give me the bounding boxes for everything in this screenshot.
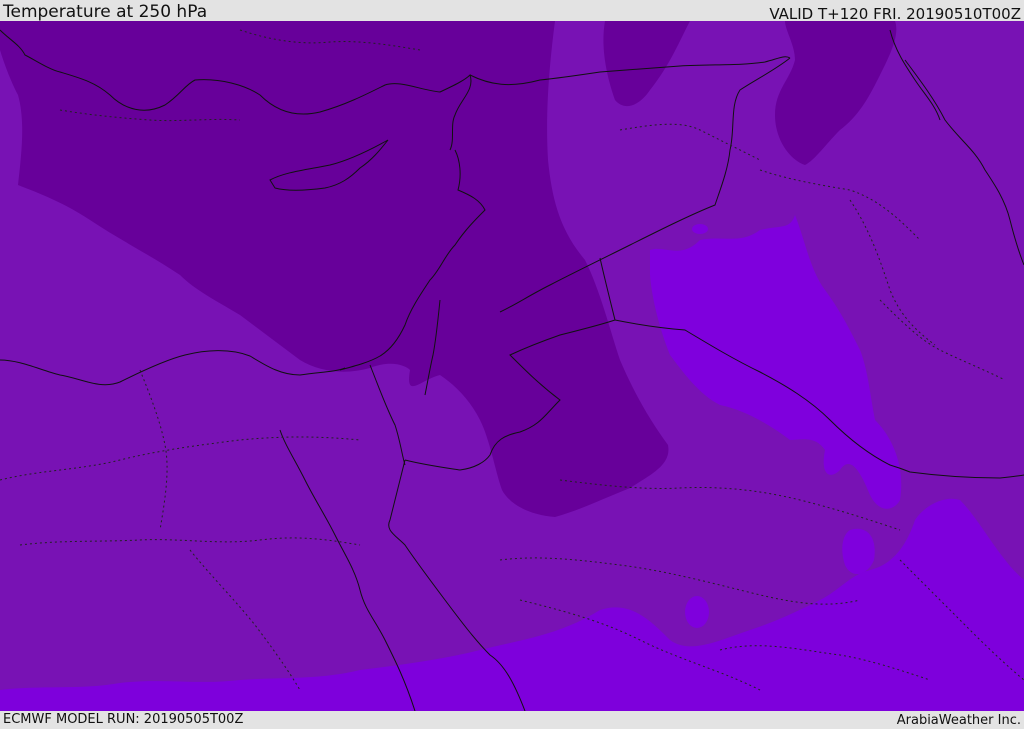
warm-spot: [685, 596, 709, 628]
credit: ArabiaWeather Inc.: [896, 713, 1021, 728]
weather-map: [0, 21, 1024, 711]
model-run: ECMWF MODEL RUN: 20190505T00Z: [3, 712, 244, 727]
map-title: Temperature at 250 hPa: [3, 2, 208, 22]
temperature-map-svg: [0, 21, 1024, 711]
map-header: Temperature at 250 hPa VALID T+120 FRI. …: [0, 0, 1024, 23]
warm-spot: [692, 224, 708, 234]
map-footer: ECMWF MODEL RUN: 20190505T00Z ArabiaWeat…: [0, 711, 1024, 729]
